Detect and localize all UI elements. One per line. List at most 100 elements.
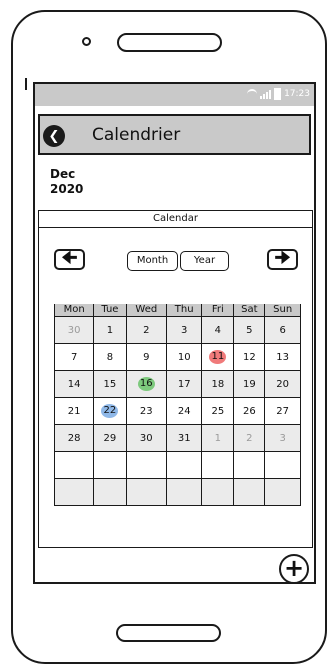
day-number: 3 — [181, 324, 188, 336]
calendar-day-cell[interactable]: 5 — [233, 316, 266, 344]
calendar-day-cell[interactable]: 29 — [93, 424, 127, 452]
calendar-day-cell[interactable]: 12 — [233, 343, 266, 371]
calendar-day-cell[interactable]: 2 — [125, 316, 168, 344]
event-marker: 16 — [137, 377, 155, 391]
day-number: 18 — [211, 378, 225, 390]
weekday-header: Fri — [201, 304, 235, 317]
next-month-button[interactable]: 🠊 — [267, 249, 298, 270]
calendar-day-cell[interactable]: 22 — [93, 397, 127, 425]
day-number: 17 — [177, 378, 191, 390]
day-number: 2 — [143, 324, 150, 336]
year-button[interactable]: Year — [180, 251, 229, 271]
calendar-day-cell[interactable]: 15 — [93, 370, 127, 398]
calendar-header: Calendar — [38, 210, 313, 228]
screen: 17:23 ❮ Calendrier Dec 2020 Calendar 🠈 M… — [33, 82, 316, 584]
calendar-day-cell[interactable]: 9 — [125, 343, 168, 371]
status-time: 17:23 — [284, 89, 310, 99]
day-number: 1 — [214, 432, 222, 444]
weekday-row: Mon Tue Wed Thu Fri Sat Sun — [53, 304, 301, 317]
event-marker: 22 — [101, 404, 119, 418]
day-number: 26 — [242, 405, 256, 417]
calendar-day-cell — [264, 478, 301, 506]
calendar-grid: Mon Tue Wed Thu Fri Sat Sun 30 1 2 3 4 5 6 7 8 9 10 11 12 1… — [53, 304, 301, 506]
calendar-day-cell[interactable]: 26 — [233, 397, 266, 425]
calendar-day-cell[interactable]: 25 — [201, 397, 235, 425]
calendar-week-row: 21 22 23 24 25 26 27 — [53, 397, 301, 425]
side-button — [25, 78, 28, 90]
calendar-day-cell[interactable]: 6 — [264, 316, 301, 344]
app-bar: ❮ Calendrier — [38, 114, 311, 155]
day-number: 27 — [276, 405, 290, 417]
day-number: 24 — [177, 405, 191, 417]
calendar-day-cell[interactable]: 7 — [53, 343, 95, 371]
calendar-day-cell[interactable]: 3 — [264, 424, 301, 452]
calendar-day-cell[interactable]: 17 — [166, 370, 203, 398]
weekday-header: Sat — [233, 304, 266, 317]
day-number: 9 — [143, 351, 150, 363]
calendar-day-cell — [53, 478, 95, 506]
calendar-day-cell[interactable]: 10 — [166, 343, 203, 371]
calendar-day-cell[interactable]: 11 — [201, 343, 235, 371]
calendar-week-row: 28 29 30 31 1 2 3 — [53, 424, 301, 452]
calendar-day-cell[interactable]: 3 — [166, 316, 203, 344]
calendar-day-cell — [166, 478, 203, 506]
day-number: 3 — [279, 432, 286, 444]
calendar-day-cell[interactable]: 28 — [53, 424, 95, 452]
event-marker: 11 — [209, 350, 227, 364]
calendar-day-cell[interactable]: 19 — [233, 370, 266, 398]
calendar-day-cell[interactable]: 4 — [201, 316, 235, 344]
calendar-day-cell[interactable]: 20 — [264, 370, 301, 398]
calendar-day-cell[interactable]: 30 — [53, 316, 95, 344]
calendar-day-cell — [201, 478, 235, 506]
day-number: 30 — [139, 432, 153, 444]
month-button[interactable]: Month — [127, 251, 178, 271]
day-number: 25 — [211, 405, 225, 417]
current-month: Dec — [50, 167, 76, 181]
calendar-day-cell[interactable]: 2 — [233, 424, 266, 452]
calendar-week-row — [53, 478, 301, 506]
calendar-day-cell[interactable]: 27 — [264, 397, 301, 425]
status-bar: 17:23 — [35, 84, 314, 106]
calendar-day-cell — [233, 451, 266, 479]
calendar-day-cell[interactable]: 16 — [125, 370, 168, 398]
calendar-day-cell[interactable]: 23 — [125, 397, 168, 425]
calendar-day-cell[interactable]: 8 — [93, 343, 127, 371]
weekday-header: Wed — [125, 304, 168, 317]
weekday-header: Mon — [53, 304, 95, 317]
calendar-day-cell — [264, 451, 301, 479]
battery-icon — [274, 88, 282, 100]
calendar-day-cell[interactable]: 13 — [264, 343, 301, 371]
day-number: 31 — [177, 432, 191, 444]
home-button[interactable] — [116, 624, 221, 642]
calendar-day-cell[interactable]: 21 — [53, 397, 95, 425]
calendar-week-row: 30 1 2 3 4 5 6 — [53, 316, 301, 344]
calendar-week-row: 7 8 9 10 11 12 13 — [53, 343, 301, 371]
calendar-day-cell — [93, 478, 127, 506]
prev-month-button[interactable]: 🠈 — [54, 249, 85, 270]
day-number: 20 — [276, 378, 290, 390]
page-title: Calendrier — [92, 125, 181, 145]
day-number: 4 — [214, 324, 222, 336]
calendar-day-cell[interactable]: 1 — [201, 424, 235, 452]
day-number: 28 — [67, 432, 81, 444]
calendar-day-cell[interactable]: 14 — [53, 370, 95, 398]
calendar-day-cell[interactable]: 31 — [166, 424, 203, 452]
calendar-day-cell[interactable]: 18 — [201, 370, 235, 398]
calendar-day-cell — [166, 451, 203, 479]
day-number: 13 — [276, 351, 290, 363]
calendar-day-cell — [201, 451, 235, 479]
calendar-day-cell[interactable]: 1 — [93, 316, 127, 344]
day-number: 6 — [279, 324, 286, 336]
camera-icon — [82, 37, 91, 46]
calendar-day-cell — [93, 451, 127, 479]
wifi-icon — [247, 89, 258, 99]
day-number: 2 — [246, 432, 253, 444]
day-number: 15 — [103, 378, 117, 390]
add-event-button[interactable]: + — [279, 554, 309, 582]
calendar-day-cell[interactable]: 30 — [125, 424, 168, 452]
day-number: 8 — [106, 351, 114, 363]
calendar-widget: Calendar 🠈 Month Year 🠊 Mon Tue Wed Thu Fri S… — [38, 210, 313, 548]
calendar-day-cell[interactable]: 24 — [166, 397, 203, 425]
calendar-week-row: 14 15 16 17 18 19 20 — [53, 370, 301, 398]
back-icon[interactable]: ❮ — [43, 125, 65, 147]
